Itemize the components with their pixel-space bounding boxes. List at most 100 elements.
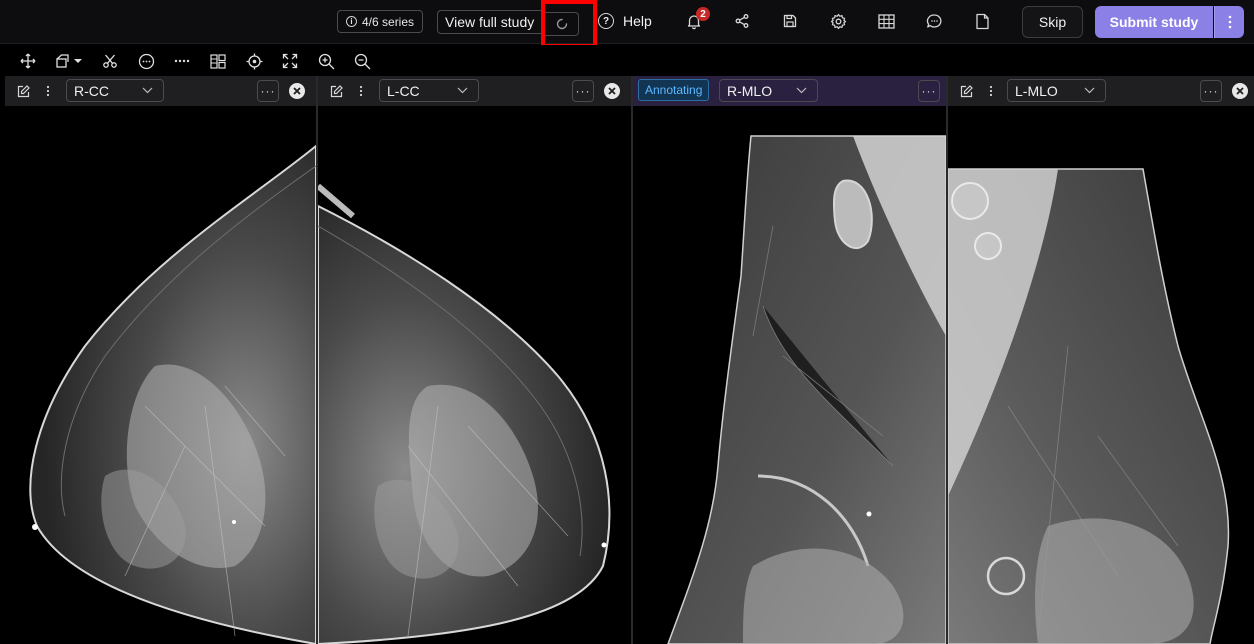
viewport-close-button[interactable] — [1232, 83, 1248, 99]
mammogram-image-l-mlo[interactable] — [948, 106, 1254, 644]
layout-tool[interactable] — [209, 52, 227, 70]
view-select-value: L-MLO — [1015, 82, 1058, 99]
table-button[interactable] — [877, 12, 895, 30]
viewport-l-cc[interactable]: L-CC ··· — [318, 76, 631, 644]
pan-icon — [20, 53, 36, 69]
zoom-out-tool[interactable] — [353, 52, 371, 70]
layout-icon — [210, 53, 226, 69]
zoom-in-icon — [318, 53, 334, 69]
chevron-down-icon — [142, 87, 153, 94]
mammogram-r-mlo-graphic — [667, 135, 946, 644]
view-select[interactable]: R-MLO — [719, 79, 818, 102]
kebab-icon — [1228, 15, 1231, 29]
viewport-l-mlo[interactable]: L-MLO ··· — [948, 76, 1254, 644]
viewport-r-mlo[interactable]: Annotating R-MLO ··· — [633, 76, 946, 644]
ellipsis-icon — [174, 59, 190, 63]
help-label: Help — [623, 13, 652, 29]
viewport-more-button[interactable]: ··· — [918, 80, 940, 102]
crosshair-tool[interactable] — [245, 52, 263, 70]
edit-button[interactable] — [956, 81, 976, 101]
help-button[interactable]: ? Help — [598, 11, 652, 31]
edit-icon — [17, 84, 30, 97]
zoom-out-icon — [354, 53, 370, 69]
view-select[interactable]: L-MLO — [1007, 79, 1106, 102]
settings-button[interactable] — [829, 12, 847, 30]
fit-tool[interactable] — [281, 52, 299, 70]
kebab-icon — [359, 85, 363, 97]
viewport-header: R-CC ··· — [5, 76, 316, 106]
tool-bar — [0, 45, 1254, 76]
mammogram-r-cc-graphic — [29, 144, 316, 644]
save-button[interactable] — [781, 12, 799, 30]
info-icon: i — [346, 16, 357, 27]
kebab-icon — [46, 85, 50, 97]
chat-icon — [926, 13, 942, 28]
submit-options-button[interactable] — [1214, 6, 1244, 38]
viewport-close-button[interactable] — [604, 83, 620, 99]
document-button[interactable] — [973, 12, 991, 30]
skip-button[interactable]: Skip — [1022, 6, 1083, 38]
submit-study-button[interactable]: Submit study — [1095, 6, 1213, 38]
scissors-tool[interactable] — [101, 52, 119, 70]
edit-icon — [330, 84, 343, 97]
comment-tool[interactable] — [137, 52, 155, 70]
more-icon: ··· — [260, 84, 276, 98]
close-icon — [608, 87, 616, 95]
chevron-down-icon — [796, 87, 807, 94]
series-count-label: 4/6 series — [362, 14, 415, 29]
zoom-in-tool[interactable] — [317, 52, 335, 70]
reload-button[interactable] — [541, 0, 597, 48]
gear-icon — [830, 13, 846, 29]
edit-button[interactable] — [13, 81, 33, 101]
mammogram-l-cc-graphic — [318, 183, 611, 644]
viewport-close-button[interactable] — [289, 83, 305, 99]
mammogram-l-mlo-graphic — [948, 168, 1230, 644]
rotate-tool[interactable] — [54, 52, 86, 70]
chat-button[interactable] — [925, 12, 943, 30]
mammogram-image-l-cc[interactable] — [318, 106, 631, 644]
viewport-options-button[interactable] — [981, 81, 1001, 101]
viewport-header: L-MLO ··· — [948, 76, 1254, 106]
fit-icon — [282, 53, 298, 69]
view-full-study-button[interactable]: View full study — [437, 10, 541, 34]
skip-label: Skip — [1038, 14, 1067, 30]
viewport-more-button[interactable]: ··· — [1200, 80, 1222, 102]
chevron-down-icon — [1084, 87, 1095, 94]
rotate-icon — [56, 54, 82, 68]
comment-icon — [138, 53, 154, 69]
crosshair-icon — [246, 53, 262, 69]
view-full-study-label: View full study — [445, 14, 535, 30]
pan-tool[interactable] — [19, 52, 37, 70]
close-icon — [1236, 87, 1244, 95]
series-count-chip[interactable]: i 4/6 series — [337, 10, 424, 33]
more-icon: ··· — [575, 84, 591, 98]
viewport-more-button[interactable]: ··· — [257, 80, 279, 102]
line-tool[interactable] — [173, 52, 191, 70]
help-icon: ? — [598, 13, 614, 29]
close-icon — [293, 87, 301, 95]
share-button[interactable] — [733, 12, 751, 30]
table-icon — [877, 13, 895, 29]
notification-badge: 2 — [696, 7, 710, 21]
viewport-options-button[interactable] — [351, 81, 371, 101]
share-icon — [735, 14, 749, 28]
view-select[interactable]: R-CC — [66, 79, 164, 102]
more-icon: ··· — [921, 84, 937, 98]
viewport-header-annotating: Annotating R-MLO ··· — [633, 76, 946, 106]
viewport-options-button[interactable] — [38, 81, 58, 101]
more-icon: ··· — [1203, 84, 1219, 98]
viewport-more-button[interactable]: ··· — [572, 80, 594, 102]
save-icon — [783, 14, 797, 28]
view-select-value: R-CC — [74, 82, 109, 99]
scissors-icon — [103, 54, 117, 68]
mammogram-image-r-mlo[interactable] — [633, 106, 946, 644]
viewport-r-cc[interactable]: R-CC ··· — [5, 76, 316, 644]
chevron-down-icon — [457, 87, 468, 94]
top-bar: i 4/6 series View full study ? Help 2 Sk… — [0, 0, 1254, 48]
kebab-icon — [989, 85, 993, 97]
view-select[interactable]: L-CC — [379, 79, 479, 102]
submit-study-label: Submit study — [1109, 14, 1199, 30]
mammogram-image-r-cc[interactable] — [5, 106, 316, 644]
annotating-badge: Annotating — [638, 79, 710, 101]
edit-button[interactable] — [326, 81, 346, 101]
